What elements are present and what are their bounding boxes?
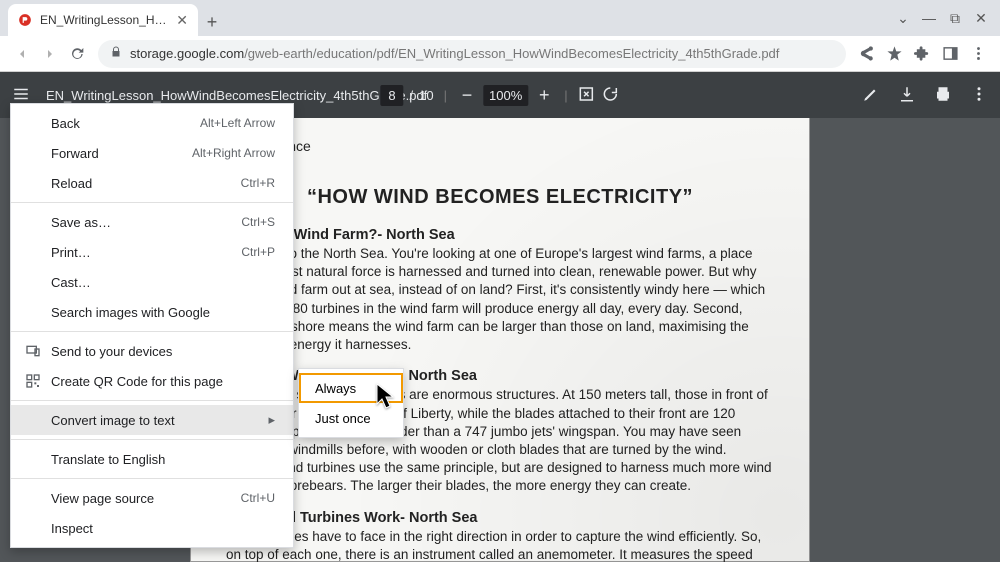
ctx-convert-image-to-text[interactable]: Convert image to text▸	[11, 405, 293, 435]
extensions-icon[interactable]	[908, 40, 936, 68]
ctx-back[interactable]: BackAlt+Left Arrow	[11, 108, 293, 138]
browser-menu-icon[interactable]	[964, 40, 992, 68]
pdf-filename: EN_WritingLesson_HowWindBecomesElectrici…	[46, 88, 427, 103]
print-icon[interactable]	[934, 85, 952, 106]
doc-title: “HOW WIND BECOMES ELECTRICITY”	[226, 186, 774, 209]
browser-tab-active[interactable]: EN_WritingLesson_HowWindBec ✕	[8, 4, 198, 36]
ctx-view-source[interactable]: View page sourceCtrl+U	[11, 483, 293, 513]
window-chevron-icon[interactable]: ⌄	[890, 10, 916, 27]
zoom-out-button[interactable]: −	[457, 86, 477, 104]
url-path: /gweb-earth/education/pdf/EN_WritingLess…	[244, 46, 779, 61]
pdf-page-controls: 8 / 10 | − 100% + |	[380, 85, 619, 106]
tab-title: EN_WritingLesson_HowWindBec	[40, 13, 170, 27]
ctx-reload[interactable]: ReloadCtrl+R	[11, 168, 293, 198]
ctx-search-images[interactable]: Search images with Google	[11, 297, 293, 327]
ctx-forward[interactable]: ForwardAlt+Right Arrow	[11, 138, 293, 168]
window-minimize-button[interactable]: —	[916, 10, 942, 26]
bookmark-star-icon[interactable]	[880, 40, 908, 68]
zoom-level[interactable]: 100%	[483, 85, 528, 106]
qr-icon	[25, 373, 41, 389]
ctx-separator	[11, 478, 293, 479]
mouse-cursor-icon	[376, 383, 398, 416]
pdf-more-icon[interactable]	[970, 85, 988, 106]
nav-back-button[interactable]	[8, 40, 36, 68]
ctx-cast[interactable]: Cast…	[11, 267, 293, 297]
lock-icon	[110, 46, 122, 61]
ctx-separator	[11, 331, 293, 332]
ctx-send-to-devices[interactable]: Send to your devices	[11, 336, 293, 366]
new-tab-button[interactable]: +	[198, 8, 226, 36]
tab-close-icon[interactable]: ✕	[176, 12, 188, 29]
section1-body: Welcome to the North Sea. You're looking…	[226, 245, 774, 354]
ctx-save-as[interactable]: Save as…Ctrl+S	[11, 207, 293, 237]
doc-grade: Grade 5	[226, 162, 774, 178]
ctx-inspect[interactable]: Inspect	[11, 513, 293, 543]
address-bar[interactable]: storage.google.com/gweb-earth/education/…	[98, 40, 846, 68]
section1-heading: What is a Wind Farm?- North Sea	[226, 227, 774, 243]
fit-page-icon[interactable]	[578, 85, 596, 106]
download-icon[interactable]	[898, 85, 916, 106]
pdf-page-total: 10	[419, 88, 433, 103]
ctx-print[interactable]: Print…Ctrl+P	[11, 237, 293, 267]
ctx-create-qr[interactable]: Create QR Code for this page	[11, 366, 293, 396]
browser-tab-strip: EN_WritingLesson_HowWindBec ✕ + ⌄ — ⧉ ✕	[0, 0, 1000, 36]
share-icon[interactable]	[852, 40, 880, 68]
window-maximize-button[interactable]: ⧉	[942, 10, 968, 27]
nav-reload-button[interactable]	[64, 40, 92, 68]
pdf-favicon	[18, 13, 32, 27]
window-controls: ⌄ — ⧉ ✕	[890, 0, 1000, 36]
edit-pdf-icon[interactable]	[862, 85, 880, 106]
section3-body: Wind turbines have to face in the right …	[226, 528, 774, 562]
url-host: storage.google.com	[130, 46, 244, 61]
context-menu: BackAlt+Left Arrow ForwardAlt+Right Arro…	[10, 103, 294, 548]
zoom-in-button[interactable]: +	[534, 86, 554, 104]
ctx-separator	[11, 202, 293, 203]
section3-heading: How Wind Turbines Work- North Sea	[226, 510, 774, 526]
ctx-separator	[11, 439, 293, 440]
nav-forward-button[interactable]	[36, 40, 64, 68]
browser-toolbar: storage.google.com/gweb-earth/education/…	[0, 36, 1000, 72]
submenu-arrow-icon: ▸	[268, 412, 275, 428]
ctx-separator	[11, 400, 293, 401]
window-close-button[interactable]: ✕	[968, 10, 994, 27]
sidepanel-icon[interactable]	[936, 40, 964, 68]
ctx-translate[interactable]: Translate to English	[11, 444, 293, 474]
devices-icon	[25, 343, 41, 359]
pdf-page-input[interactable]: 8	[380, 85, 403, 106]
pdf-page-sep: /	[410, 88, 414, 103]
rotate-icon[interactable]	[602, 85, 620, 106]
doc-subject: Earth science	[226, 138, 774, 154]
